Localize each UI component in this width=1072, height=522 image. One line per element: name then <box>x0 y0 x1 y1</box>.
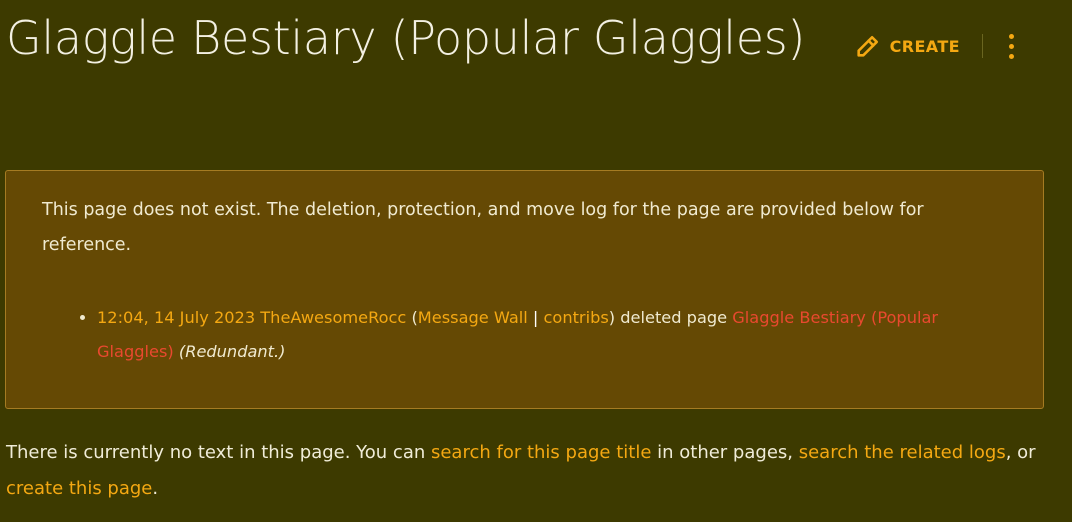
footer-prefix: There is currently no text in this page.… <box>6 442 431 463</box>
notice-message: This page does not exist. The deletion, … <box>42 200 924 255</box>
page-actions: CREATE <box>854 32 1020 60</box>
page-header: Glaggle Bestiary (Popular Glaggles) <box>6 4 846 73</box>
no-text-message: There is currently no text in this page.… <box>6 435 1046 507</box>
page-title: Glaggle Bestiary (Popular Glaggles) <box>6 11 806 65</box>
contribs-link[interactable]: contribs <box>544 308 609 327</box>
footer-suffix: . <box>152 478 159 499</box>
actions-divider <box>982 34 983 58</box>
pencil-icon <box>854 32 882 60</box>
log-reason: (Redundant.) <box>178 342 286 361</box>
create-button-label: CREATE <box>889 36 960 56</box>
search-related-logs-link[interactable]: search the related logs <box>799 442 1006 463</box>
search-page-title-link[interactable]: search for this page title <box>431 442 651 463</box>
footer-or: , or <box>1005 442 1036 463</box>
message-wall-link[interactable]: Message Wall <box>418 308 528 327</box>
footer-middle: in other pages, <box>651 442 799 463</box>
kebab-menu-icon[interactable] <box>1003 33 1020 59</box>
log-entry: 12:04, 14 July 2023 TheAwesomeRocc (Mess… <box>97 301 1013 369</box>
log-open-paren: ( <box>406 308 418 327</box>
log-timestamp-link[interactable]: 12:04, 14 July 2023 <box>97 308 255 327</box>
log-action-text: ) deleted page <box>608 308 733 327</box>
log-user-link[interactable]: TheAwesomeRocc <box>260 308 406 327</box>
create-button[interactable]: CREATE <box>854 32 960 60</box>
create-page-link[interactable]: create this page <box>6 478 152 499</box>
deletion-log-list: 12:04, 14 July 2023 TheAwesomeRocc (Mess… <box>42 301 1013 369</box>
deletion-notice-box: This page does not exist. The deletion, … <box>5 170 1044 409</box>
log-separator: | <box>527 308 544 327</box>
